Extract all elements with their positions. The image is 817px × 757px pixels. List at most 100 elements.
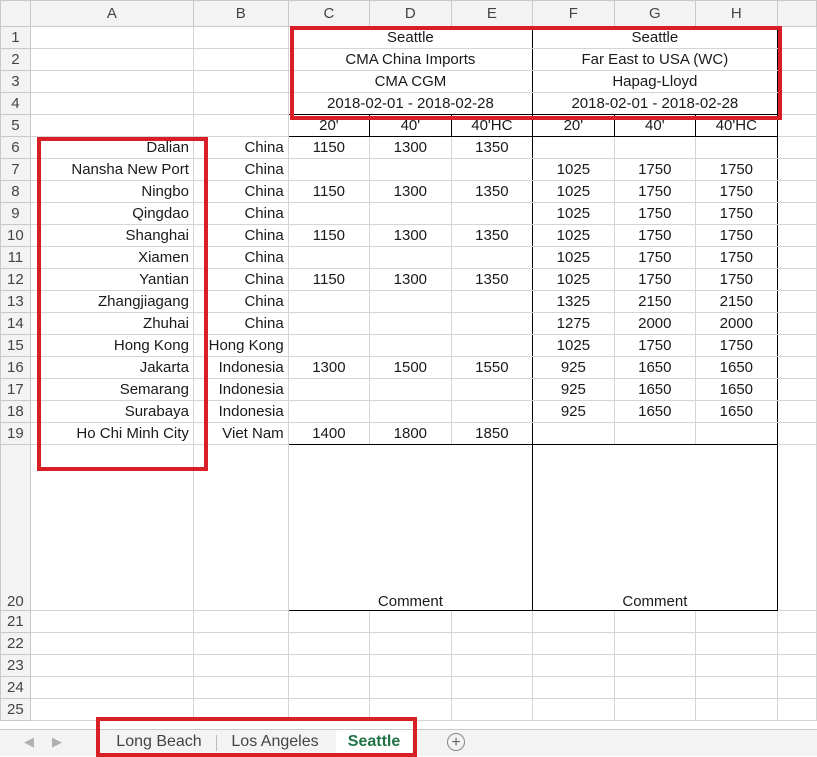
cell[interactable] (776, 180, 817, 203)
cma-rate-cell[interactable] (450, 334, 534, 357)
cma-rate-cell[interactable]: 1350 (450, 180, 534, 203)
cma-rate-cell[interactable] (287, 202, 371, 225)
header-service-cma[interactable]: CMA China Imports (287, 48, 534, 71)
hapag-rate-cell[interactable]: 1650 (613, 400, 697, 423)
cell[interactable] (287, 610, 371, 633)
row-header[interactable]: 9 (0, 202, 31, 225)
cell[interactable] (532, 610, 615, 633)
column-header[interactable]: B (192, 0, 289, 27)
hapag-rate-cell[interactable]: 1750 (695, 268, 778, 291)
cma-rate-cell[interactable] (369, 400, 452, 423)
cell[interactable] (192, 444, 289, 611)
port-name-cell[interactable]: Zhangjiagang (29, 290, 194, 313)
cell[interactable] (776, 356, 817, 379)
row-header[interactable]: 5 (0, 114, 31, 137)
column-header[interactable]: E (450, 0, 534, 27)
cell[interactable] (613, 698, 697, 721)
container-size-cell[interactable]: 40' (613, 114, 697, 137)
cell[interactable] (192, 654, 289, 677)
cell[interactable] (29, 632, 194, 655)
cma-rate-cell[interactable] (287, 400, 371, 423)
cell[interactable] (695, 610, 778, 633)
container-size-cell[interactable]: 40'HC (695, 114, 778, 137)
cell[interactable] (776, 92, 817, 115)
header-carrier-hapag[interactable]: Hapag-Lloyd (532, 70, 778, 93)
cell[interactable] (776, 334, 817, 357)
port-name-cell[interactable]: Nansha New Port (29, 158, 194, 181)
cell[interactable] (450, 654, 534, 677)
port-name-cell[interactable]: Surabaya (29, 400, 194, 423)
cell[interactable] (29, 92, 194, 115)
port-name-cell[interactable]: Semarang (29, 378, 194, 401)
cell[interactable] (192, 92, 289, 115)
cma-rate-cell[interactable] (369, 312, 452, 335)
hapag-rate-cell[interactable]: 1750 (695, 202, 778, 225)
hapag-rate-cell[interactable]: 2000 (613, 312, 697, 335)
cell[interactable] (776, 422, 817, 445)
container-size-cell[interactable]: 20' (287, 114, 371, 137)
cma-rate-cell[interactable] (287, 158, 371, 181)
hapag-rate-cell[interactable]: 2150 (695, 290, 778, 313)
row-header[interactable]: 11 (0, 246, 31, 269)
cell[interactable] (532, 632, 615, 655)
port-name-cell[interactable]: Shanghai (29, 224, 194, 247)
row-header[interactable]: 20 (0, 444, 31, 611)
cell[interactable] (776, 400, 817, 423)
hapag-rate-cell[interactable]: 1275 (532, 312, 615, 335)
cma-rate-cell[interactable]: 1350 (450, 224, 534, 247)
port-name-cell[interactable]: Dalian (29, 136, 194, 159)
hapag-rate-cell[interactable] (613, 136, 697, 159)
cell[interactable] (287, 698, 371, 721)
cma-rate-cell[interactable]: 1150 (287, 136, 371, 159)
cma-rate-cell[interactable]: 1550 (450, 356, 534, 379)
add-sheet-icon[interactable]: + (447, 733, 465, 751)
port-name-cell[interactable]: Hong Kong (29, 334, 194, 357)
cell[interactable] (287, 632, 371, 655)
country-cell[interactable]: China (192, 290, 289, 313)
country-cell[interactable]: China (192, 136, 289, 159)
hapag-rate-cell[interactable]: 1025 (532, 246, 615, 269)
cma-rate-cell[interactable] (369, 246, 452, 269)
container-size-cell[interactable]: 20' (532, 114, 615, 137)
country-cell[interactable]: China (192, 180, 289, 203)
cell[interactable] (369, 610, 452, 633)
cell[interactable] (450, 698, 534, 721)
cma-rate-cell[interactable]: 1400 (287, 422, 371, 445)
row-header[interactable]: 25 (0, 698, 31, 721)
cell[interactable] (776, 676, 817, 699)
cell[interactable] (532, 654, 615, 677)
cma-rate-cell[interactable]: 1800 (369, 422, 452, 445)
cma-rate-cell[interactable]: 1150 (287, 224, 371, 247)
cma-rate-cell[interactable]: 1850 (450, 422, 534, 445)
cma-rate-cell[interactable] (369, 334, 452, 357)
row-header[interactable]: 19 (0, 422, 31, 445)
cma-rate-cell[interactable] (450, 290, 534, 313)
next-sheet-icon[interactable]: ▶ (52, 734, 62, 750)
cma-rate-cell[interactable] (369, 290, 452, 313)
cma-rate-cell[interactable]: 1300 (369, 268, 452, 291)
hapag-rate-cell[interactable]: 1750 (613, 158, 697, 181)
hapag-rate-cell[interactable]: 1025 (532, 224, 615, 247)
cell[interactable] (192, 698, 289, 721)
hapag-rate-cell[interactable]: 1750 (613, 268, 697, 291)
row-header[interactable]: 6 (0, 136, 31, 159)
country-cell[interactable]: China (192, 158, 289, 181)
row-header[interactable]: 2 (0, 48, 31, 71)
hapag-rate-cell[interactable]: 1750 (695, 224, 778, 247)
cell[interactable] (192, 676, 289, 699)
row-header[interactable]: 7 (0, 158, 31, 181)
hapag-rate-cell[interactable]: 1750 (695, 334, 778, 357)
hapag-rate-cell[interactable]: 1750 (613, 180, 697, 203)
cma-rate-cell[interactable]: 1150 (287, 180, 371, 203)
country-cell[interactable]: Hong Kong (192, 334, 289, 357)
hapag-rate-cell[interactable]: 1750 (695, 246, 778, 269)
cell[interactable] (192, 114, 289, 137)
port-name-cell[interactable]: Qingdao (29, 202, 194, 225)
cma-rate-cell[interactable] (287, 290, 371, 313)
cell[interactable] (776, 632, 817, 655)
cell[interactable] (776, 202, 817, 225)
row-header[interactable]: 10 (0, 224, 31, 247)
cell[interactable] (29, 114, 194, 137)
country-cell[interactable]: Indonesia (192, 356, 289, 379)
cell[interactable] (192, 48, 289, 71)
